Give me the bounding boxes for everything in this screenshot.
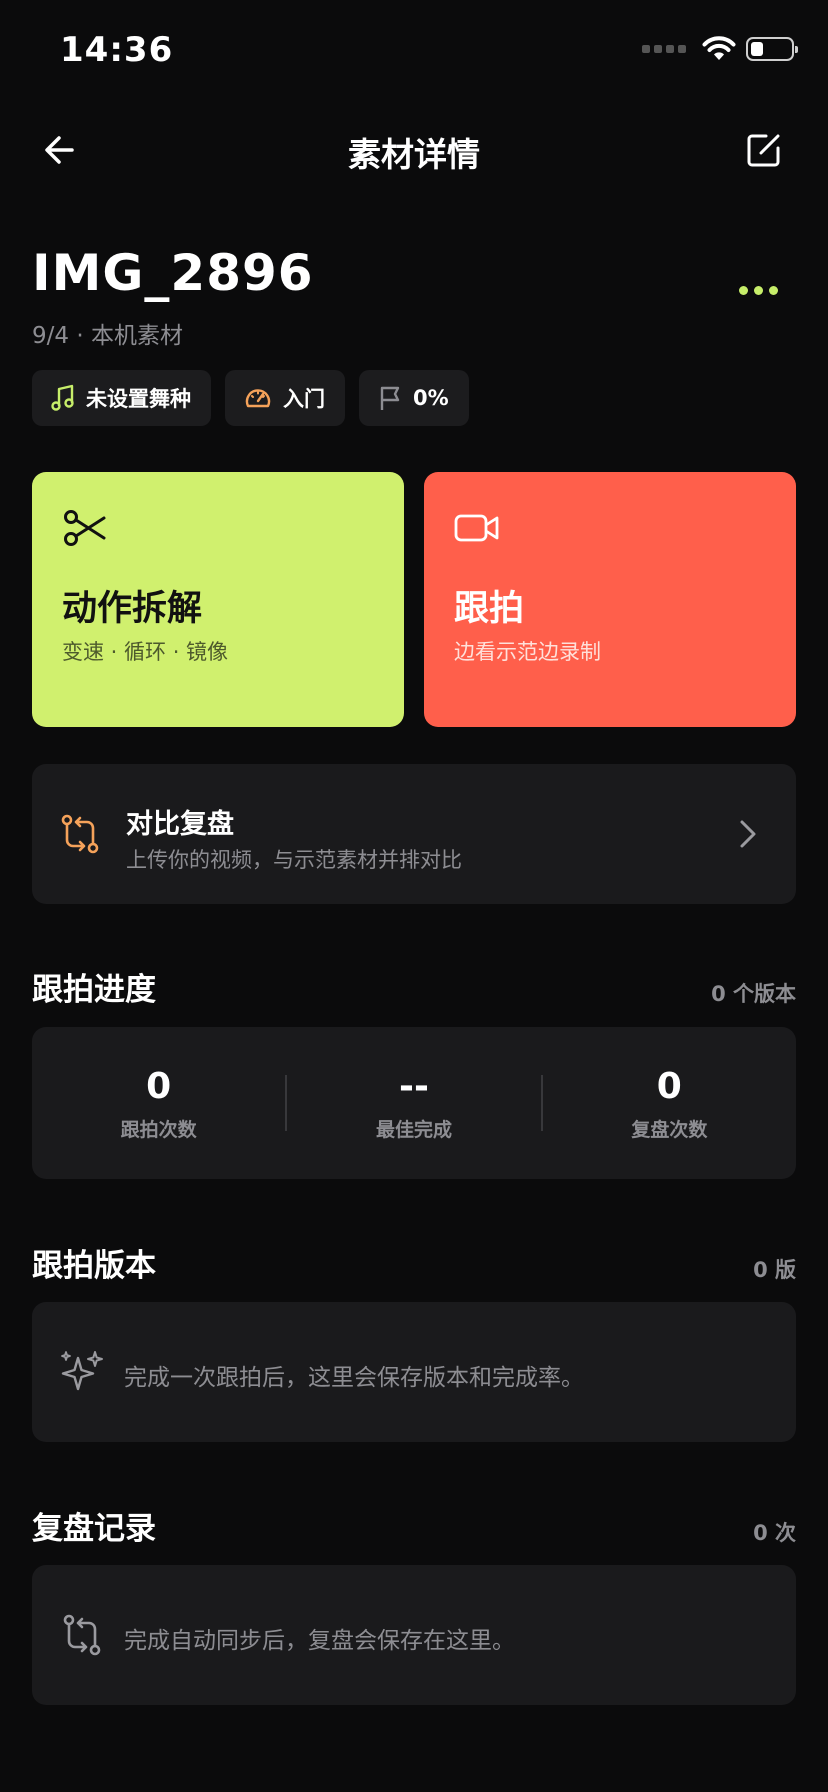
chip-dance-style[interactable]: 未设置舞种 [32, 370, 211, 426]
cellular-signal-icon [642, 45, 686, 53]
meta-separator: · [69, 323, 91, 349]
reviews-empty-text: 完成自动同步后，复盘会保存在这里。 [124, 1628, 515, 1654]
wifi-icon [702, 36, 736, 60]
chip-label: 0% [413, 386, 449, 410]
stat-label: 复盘次数 [631, 1118, 708, 1141]
nav-bar: 素材详情 [0, 110, 828, 190]
flag-icon [380, 386, 400, 410]
compare-title: 对比复盘 [126, 809, 234, 840]
progress-section-title: 跟拍进度 [32, 972, 156, 1008]
stat-value: -- [399, 1065, 429, 1107]
page-title: 素材详情 [348, 135, 480, 174]
versions-count: 0 版 [753, 1258, 796, 1282]
chip-difficulty[interactable]: 入门 [225, 370, 345, 426]
stat-label: 最佳完成 [375, 1118, 452, 1141]
tag-chips: 未设置舞种 入门 0% [32, 370, 469, 426]
versions-empty-text: 完成一次跟拍后，这里会保存版本和完成率。 [124, 1365, 584, 1391]
asset-source: 本机素材 [90, 323, 183, 349]
compare-subtitle: 上传你的视频，与示范素材并排对比 [126, 848, 462, 872]
stat-value: 0 [656, 1065, 682, 1107]
video-camera-icon [454, 514, 499, 542]
asset-name: IMG_2896 [32, 244, 314, 302]
progress-version-count: 0 个版本 [711, 982, 796, 1006]
breakdown-subtitle: 变速 · 循环 · 镜像 [62, 640, 229, 664]
asset-detail-page: 14:36 素材详情 IMG_2896 9/4 · 本机素材 未设置舞种 入门 … [0, 0, 828, 1792]
status-bar: 14:36 [0, 0, 828, 100]
chip-completion[interactable]: 0% [359, 370, 469, 426]
progress-stats-card: 0 跟拍次数 -- 最佳完成 0 复盘次数 [32, 1027, 796, 1179]
chip-label: 未设置舞种 [86, 387, 191, 411]
compare-arrows-icon [61, 814, 99, 854]
versions-empty-card: 完成一次跟拍后，这里会保存版本和完成率。 [32, 1302, 796, 1442]
stat-label: 跟拍次数 [120, 1118, 197, 1141]
music-note-icon [51, 384, 74, 411]
speedometer-icon [245, 389, 271, 408]
reviews-section-title: 复盘记录 [32, 1511, 156, 1547]
breakdown-card[interactable]: 动作拆解 变速 · 循环 · 镜像 [32, 472, 404, 727]
edit-icon[interactable] [742, 128, 786, 172]
chip-label: 入门 [283, 387, 325, 411]
status-time: 14:36 [60, 30, 174, 70]
follow-record-card[interactable]: 跟拍 边看示范边录制 [424, 472, 796, 727]
stat-follow-count: 0 跟拍次数 [32, 1065, 285, 1142]
more-options-button[interactable] [739, 286, 778, 295]
stat-review-count: 0 复盘次数 [543, 1065, 796, 1142]
follow-title: 跟拍 [454, 589, 525, 629]
stat-best-completion: -- 最佳完成 [287, 1065, 540, 1142]
breakdown-title: 动作拆解 [62, 589, 203, 629]
chevron-right-icon [740, 820, 756, 848]
reviews-empty-card: 完成自动同步后，复盘会保存在这里。 [32, 1565, 796, 1705]
asset-meta: 9/4 · 本机素材 [32, 316, 183, 350]
reviews-count: 0 次 [753, 1521, 796, 1545]
follow-subtitle: 边看示范边录制 [454, 640, 601, 664]
stat-value: 0 [146, 1065, 172, 1107]
asset-date: 9/4 [32, 323, 70, 349]
sparkles-icon [61, 1351, 103, 1391]
battery-icon [746, 37, 798, 61]
scissors-icon [64, 510, 106, 546]
compare-arrows-icon [63, 1614, 101, 1656]
status-indicators [642, 36, 798, 62]
compare-review-row[interactable]: 对比复盘 上传你的视频，与示范素材并排对比 [32, 764, 796, 904]
versions-section-title: 跟拍版本 [32, 1248, 156, 1284]
